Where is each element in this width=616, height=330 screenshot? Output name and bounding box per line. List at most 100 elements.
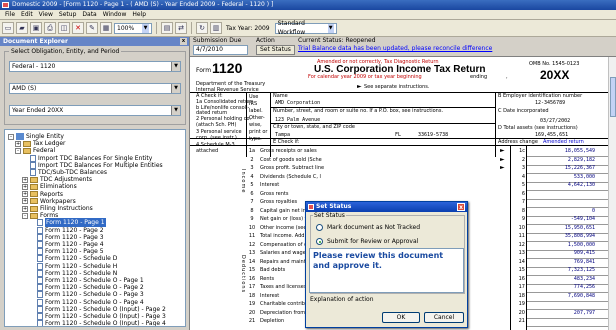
line-value[interactable]: 7,690,848 xyxy=(545,293,595,299)
menu-window[interactable]: Window xyxy=(100,11,130,18)
line-label: Bad debts xyxy=(260,267,286,273)
menu-file[interactable]: File xyxy=(2,11,18,18)
triangle-right-icon: ► xyxy=(500,147,505,154)
line-value[interactable]: 769,841 xyxy=(545,259,595,265)
entity-select[interactable]: AMD (S) ▼ xyxy=(9,83,181,94)
explanation-textarea[interactable]: Please review this document and approve … xyxy=(309,248,464,293)
line-value[interactable]: 0 xyxy=(545,208,595,214)
line-number: 4 xyxy=(250,173,254,180)
menu-edit[interactable]: Edit xyxy=(18,11,36,18)
close-icon[interactable]: x xyxy=(180,38,187,45)
line-value[interactable]: 774,256 xyxy=(545,284,595,290)
line-label: Gross rents xyxy=(260,190,289,197)
period-select[interactable]: Year Ended 20XX ▼ xyxy=(9,105,181,116)
workflow-value: Standard Workflow xyxy=(277,20,306,36)
line-label: Cost of goods sold (Sche xyxy=(260,156,322,163)
reconcile-link[interactable]: Trial Balance data has been updated, ple… xyxy=(298,45,492,52)
line-ref: 14 xyxy=(518,258,525,265)
close-icon[interactable]: x xyxy=(457,203,465,211)
line-value[interactable]: 483,234 xyxy=(545,276,595,282)
date-inc-value[interactable]: 03/27/2002 xyxy=(540,118,570,124)
city-label: City or town, state, and ZIP code xyxy=(273,124,355,130)
line-ref: 11 xyxy=(518,233,525,239)
line-number: 5 xyxy=(250,182,254,188)
line-number: 19 xyxy=(248,301,256,307)
entity-value: AMD (S) xyxy=(12,85,37,92)
preview-icon[interactable]: ◫ xyxy=(58,22,70,34)
cancel-button[interactable]: Cancel xyxy=(424,312,464,323)
menu-help[interactable]: Help xyxy=(129,11,149,18)
tree-item[interactable]: Form 1120 - Schedule O (Input) - Page 4 xyxy=(29,319,166,326)
selection-group-label: Select Obligation, Entity, and Period xyxy=(9,48,122,55)
zoom-value: 100% xyxy=(117,24,135,32)
menu-data[interactable]: Data xyxy=(79,11,99,18)
new-icon[interactable]: ▭ xyxy=(2,22,14,34)
line-label: Interest xyxy=(260,292,280,299)
vertical-scrollbar[interactable] xyxy=(608,57,616,330)
edit-icon[interactable]: ✎ xyxy=(86,22,98,34)
workflow-select[interactable]: Standard Workflow ▼ xyxy=(274,20,337,36)
calc-icon[interactable]: ▦ xyxy=(100,22,112,34)
radio-button[interactable] xyxy=(316,224,323,231)
line-ref: 13 xyxy=(518,250,525,256)
name-value[interactable]: AMD Corporation xyxy=(275,100,320,106)
period-value: Year Ended 20XX xyxy=(12,107,64,114)
line-number: 2 xyxy=(250,156,254,163)
set-status-button[interactable]: Set Status xyxy=(256,45,295,55)
collapse-icon[interactable]: - xyxy=(22,212,28,219)
line-value[interactable]: 18,055,549 xyxy=(545,148,595,154)
obligation-select[interactable]: Federal - 1120 ▼ xyxy=(9,61,181,72)
line-value[interactable]: 15,950,651 xyxy=(545,225,595,231)
use-irs-label: IRS xyxy=(249,101,258,107)
line-number: 15 xyxy=(248,267,256,273)
document-icon xyxy=(37,320,43,326)
print-icon[interactable]: ⎙ xyxy=(44,22,56,34)
explorer-tree: - Single Entity + Tax Ledger - Federal Import … xyxy=(4,129,186,327)
calendar-icon[interactable]: ▥ xyxy=(210,22,222,34)
grid-icon[interactable]: ▤ xyxy=(161,22,173,34)
line-value[interactable]: 15,226,367 xyxy=(545,165,595,171)
status-group-label: Set Status xyxy=(313,212,346,219)
save-icon[interactable]: ▣ xyxy=(30,22,42,34)
collapse-icon[interactable]: - xyxy=(8,133,14,140)
status-option[interactable]: Submit for Review or Approval xyxy=(316,237,418,246)
line-value[interactable]: 533,000 xyxy=(545,174,595,180)
line-value[interactable]: 909,415 xyxy=(545,250,595,256)
line-number: 8 xyxy=(250,207,254,214)
radio-button[interactable] xyxy=(316,238,323,245)
open-icon[interactable]: ▰ xyxy=(16,22,28,34)
line-value[interactable]: 2,829,182 xyxy=(545,157,595,163)
refresh-icon[interactable]: ↻ xyxy=(196,22,208,34)
line-label: Dividends (Schedule C, l xyxy=(260,173,321,180)
line-ref: 7 xyxy=(521,199,525,205)
scrollbar-thumb[interactable] xyxy=(610,77,616,117)
submission-date-field[interactable]: 4/7/2010 xyxy=(193,45,248,55)
status-option-label: Submit for Review or Approval xyxy=(327,238,419,245)
delete-icon[interactable]: ✕ xyxy=(72,22,84,34)
line-ref: 5 xyxy=(521,182,525,188)
collapse-icon[interactable]: - xyxy=(15,147,21,154)
zoom-select[interactable]: 100% ▼ xyxy=(114,22,152,34)
line-value[interactable]: -549,104 xyxy=(545,216,595,222)
line-ref: 21 xyxy=(518,318,525,324)
status-option[interactable]: Mark document as Not Tracked xyxy=(316,223,420,232)
action-label: Action xyxy=(256,37,275,44)
line-ref: 18 xyxy=(518,292,525,299)
line-value[interactable]: 207,797 xyxy=(545,310,595,316)
ok-button[interactable]: OK xyxy=(382,312,420,323)
ein-value[interactable]: 12-3456789 xyxy=(535,100,565,106)
line-value[interactable]: 4,642,130 xyxy=(545,182,595,188)
line-ref: 15 xyxy=(518,267,525,273)
reconcile-icon[interactable]: ⇄ xyxy=(175,22,187,34)
line-number: 17 xyxy=(248,284,256,290)
line-ref: 16 xyxy=(518,275,525,282)
line-value[interactable]: 7,323,125 xyxy=(545,267,595,273)
line-value[interactable]: 1,500,000 xyxy=(545,242,595,248)
line-number: 10 xyxy=(248,224,256,231)
triangle-right-icon: ► xyxy=(357,83,362,90)
menu-view[interactable]: View xyxy=(36,11,56,18)
line-value[interactable]: 35,808,994 xyxy=(545,233,595,239)
dialog-titlebar: Set Status x xyxy=(306,202,467,212)
ending-label: ending xyxy=(470,74,488,80)
menu-setup[interactable]: Setup xyxy=(56,11,79,18)
